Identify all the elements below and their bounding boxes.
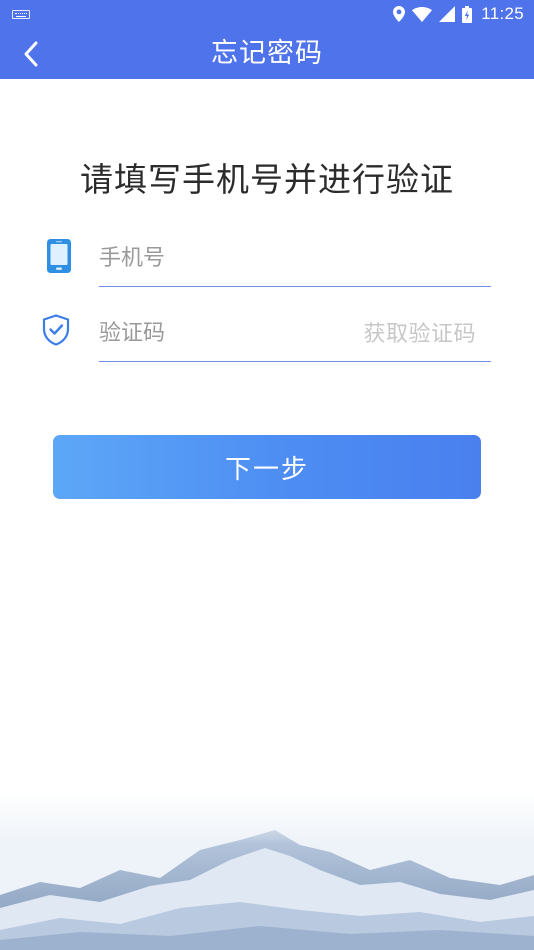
back-button[interactable] xyxy=(14,37,48,71)
phone-input[interactable] xyxy=(99,238,490,278)
shield-check-icon xyxy=(42,314,70,350)
phone-underline xyxy=(99,286,491,287)
next-button[interactable]: 下一步 xyxy=(53,435,481,499)
get-code-button[interactable]: 获取验证码 xyxy=(363,316,476,348)
nav-bar: 忘记密码 xyxy=(0,28,534,79)
status-bar: 11:25 xyxy=(0,0,534,28)
wifi-icon xyxy=(412,6,433,22)
status-icons: 11:25 xyxy=(393,3,524,25)
signal-icon xyxy=(439,6,456,22)
chevron-left-icon xyxy=(24,41,38,67)
page-title: 忘记密码 xyxy=(211,38,323,69)
keyboard-icon xyxy=(12,10,30,19)
battery-icon xyxy=(462,5,473,23)
verification-code-input[interactable] xyxy=(99,313,349,353)
phone-icon xyxy=(47,239,71,277)
mountain-background xyxy=(0,790,534,950)
code-underline xyxy=(99,361,491,362)
forgot-password-screen: 11:25 忘记密码 请填写手机号并进行验证 获取验证码 下一步 xyxy=(0,0,534,950)
form-heading: 请填写手机号并进行验证 xyxy=(80,160,454,199)
status-time: 11:25 xyxy=(481,4,524,23)
location-icon xyxy=(393,6,406,22)
